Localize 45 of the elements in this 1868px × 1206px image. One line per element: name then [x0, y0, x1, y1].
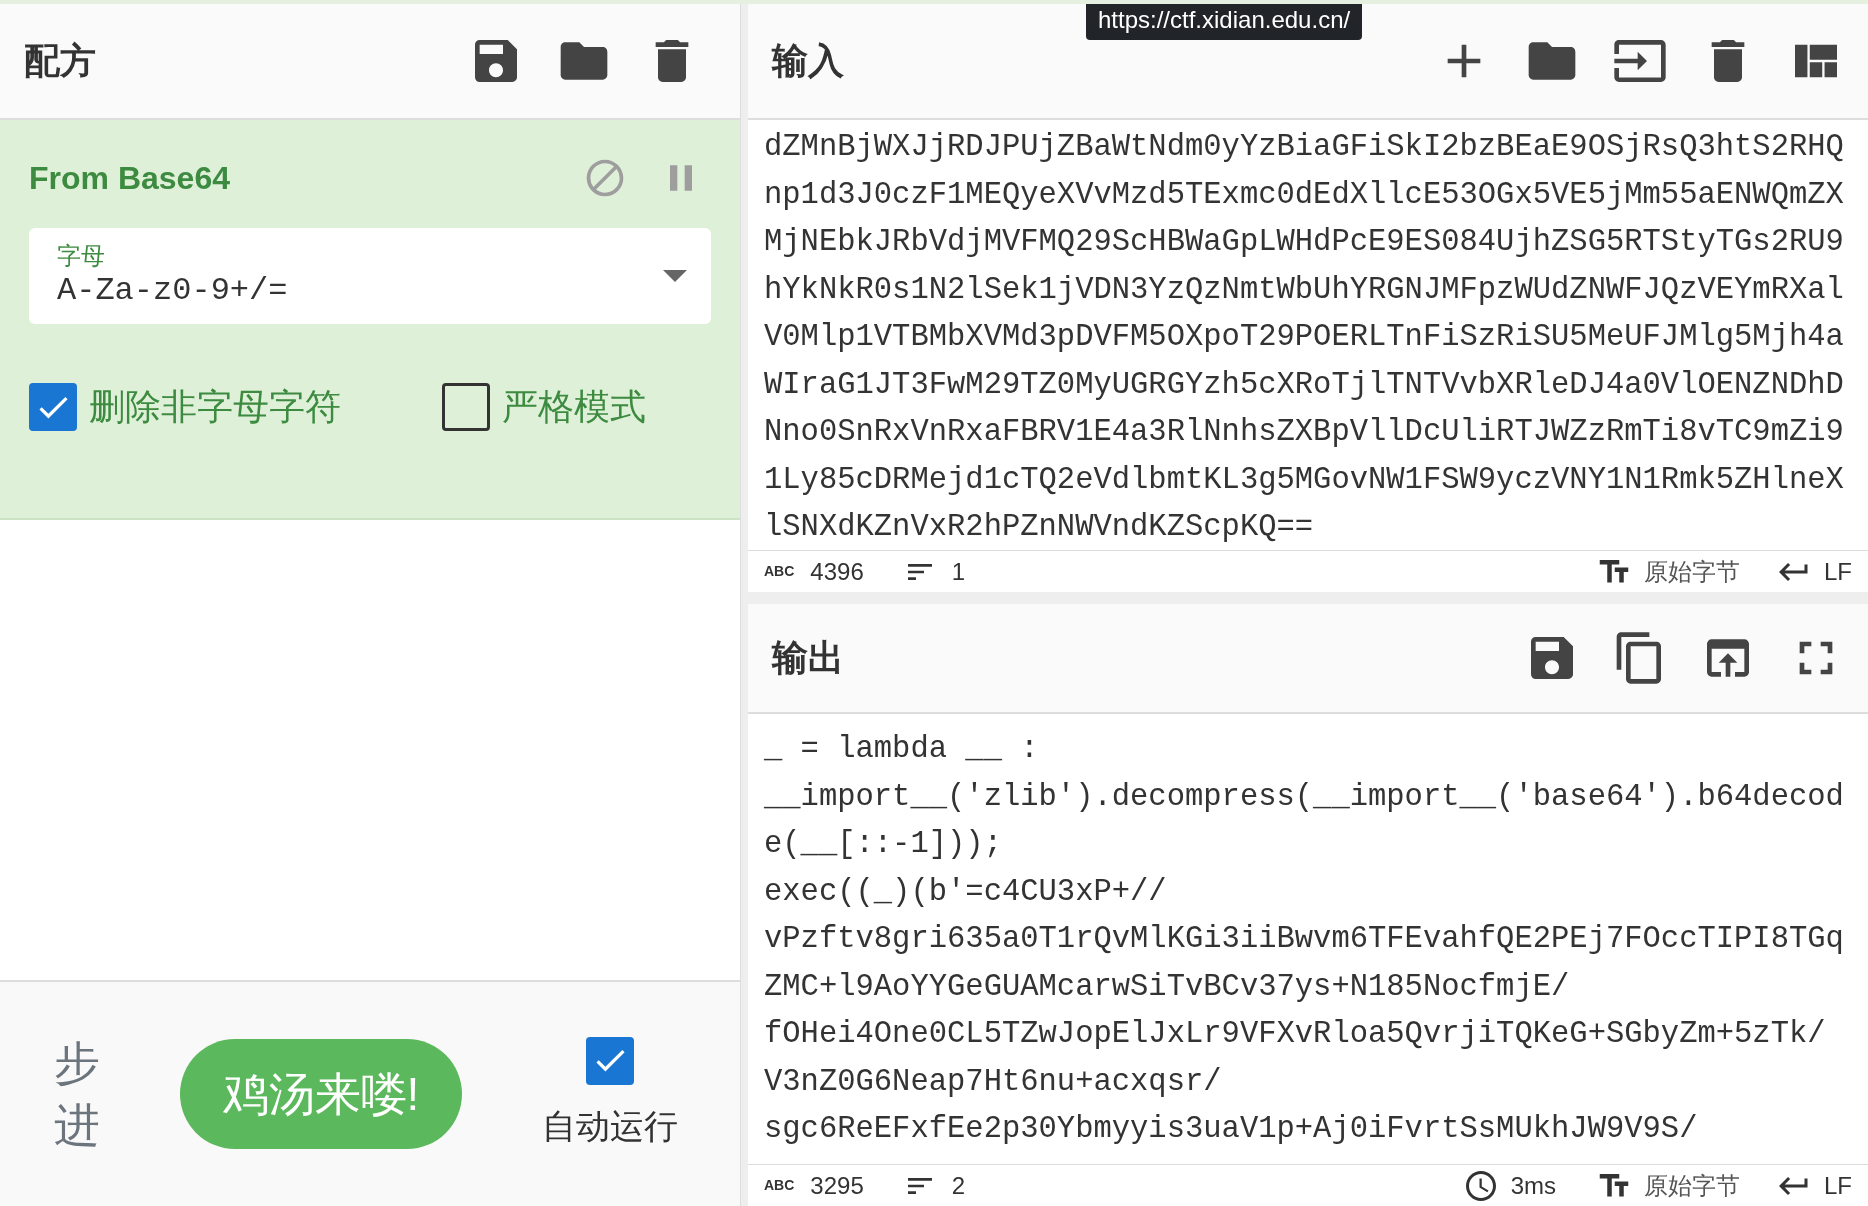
abc-label: ABC: [764, 562, 795, 581]
eol-label[interactable]: LF: [1824, 553, 1852, 590]
length-count: 4396: [810, 556, 864, 587]
checkbox-label: 严格模式: [502, 385, 646, 429]
recipe-title: 配方: [24, 39, 96, 83]
input-text-line: MjNEbkJRbVdjMVFMQ29ScHBWaGpLWHdPcE9ES084UjhZSG5RTStyTGs2RU9: [764, 224, 1844, 261]
time-value: 3ms: [1510, 1170, 1556, 1201]
input-text-line: 1Ly85cDRMejd1cTQ2eVdlbmtKL3g5MGovNW1FSW9yczVNY1N1Rmk5ZHlneX: [764, 461, 1844, 499]
input-text-line: lSNXdKZnVxR2hPZnNWVndKZScpKQ==: [764, 509, 1314, 546]
input-text-line: dZMnBjWXJjRDJPUjZBaWtNdm0yYzBiaGFiSkI2bzBEaE9OSjRsQ3htS2RHQ: [764, 129, 1844, 166]
output-text-line: sgc6ReEFxfEe2p30Ybmyyis3uaV1p+Aj0iFvrtSsMUkhJW9V9S/: [764, 1111, 1698, 1148]
encoding-label[interactable]: 原始字节: [1644, 553, 1740, 590]
output-text-line: V3nZ0G6Neap7Ht6nu+acxqsr/: [764, 1063, 1222, 1101]
line-count: 2: [951, 1170, 966, 1201]
dropdown-caret-icon: [663, 270, 687, 282]
checkbox-label: 删除非字母字符: [89, 385, 341, 429]
output-text-line: exec((_)(b'=c4CU3xP+//: [764, 873, 1167, 911]
alphabet-dropdown[interactable]: 字母 A-Za-z0-9+/=: [29, 228, 711, 324]
input-text-line: hYkNkR0s1N2lSek1jVDN3YzQzNmtWbUhYRGNJMFpzWUdZNWFJQzVEYmRXal: [764, 271, 1844, 309]
output-title: 输出: [772, 636, 844, 680]
tooltip: https://ctf.xidian.edu.cn/: [1086, 4, 1363, 40]
output-text-line: __import__('zlib').decompress(__import__('base64').b64decod: [764, 778, 1844, 816]
checkbox[interactable]: [29, 383, 77, 431]
operation-name: From Base64: [29, 159, 230, 198]
input-text-line: Nno0SnRxVnRxaFBRV1E4a3RlNnhsZXBpVllDcUliRTJWZzRmTi8vTC9mZi9: [764, 414, 1844, 451]
output-text-line: _ = lambda __ :: [764, 731, 1039, 768]
input-text-line: WIraG1JT3FwM29TZ0MyUGRGYzh5cXRoTjlTNTVvbXRleDJ4a0VlOENZNDhD: [764, 366, 1844, 404]
encoding-label[interactable]: 原始字节: [1644, 1167, 1740, 1204]
input-text-line: V0Mlp1VTBMbXVMd3pDVFM5OXpoT29POERLTnFiSzRiSU5MeUFJMlg5Mjh4a: [764, 319, 1844, 356]
input-text-line: np1d3J0czF1MEQyeXVvMzd5TExmc0dEdXllcE53OGx5VE5jMm55aENWQmZX: [764, 176, 1844, 214]
checkbox[interactable]: [586, 1036, 634, 1085]
auto-bake-label: 自动运行: [542, 1105, 678, 1147]
dropdown-value: A-Za-z0-9+/=: [57, 271, 289, 311]
output-text-line: e(__[::-1]));: [764, 826, 1002, 863]
input-title: 输入: [772, 39, 844, 83]
checkbox[interactable]: [442, 383, 490, 431]
step-button[interactable]: 步进: [54, 1031, 100, 1157]
output-text-line: fOHei4One0CL5TZwJopElJxLr9VFXvRloa5QvrjiTQKeG+SGbyZm+5zTk/: [764, 1016, 1826, 1053]
eol-label[interactable]: LF: [1824, 1167, 1852, 1204]
length-count: 3295: [810, 1170, 864, 1201]
abc-label: ABC: [764, 1176, 795, 1195]
line-count: 1: [951, 556, 966, 587]
dropdown-label: 字母: [57, 241, 106, 271]
output-text-line: vPzftv8gri635a0T1rQvMlKGi3iiBwvm6TFEvahfQE2PEj7FOccTIPI8TGq: [764, 921, 1844, 958]
output-text-line: ZMC+l9AoYYGeGUAMcarwSiTvBCv37ys+N185NocfmjE/: [764, 968, 1570, 1006]
